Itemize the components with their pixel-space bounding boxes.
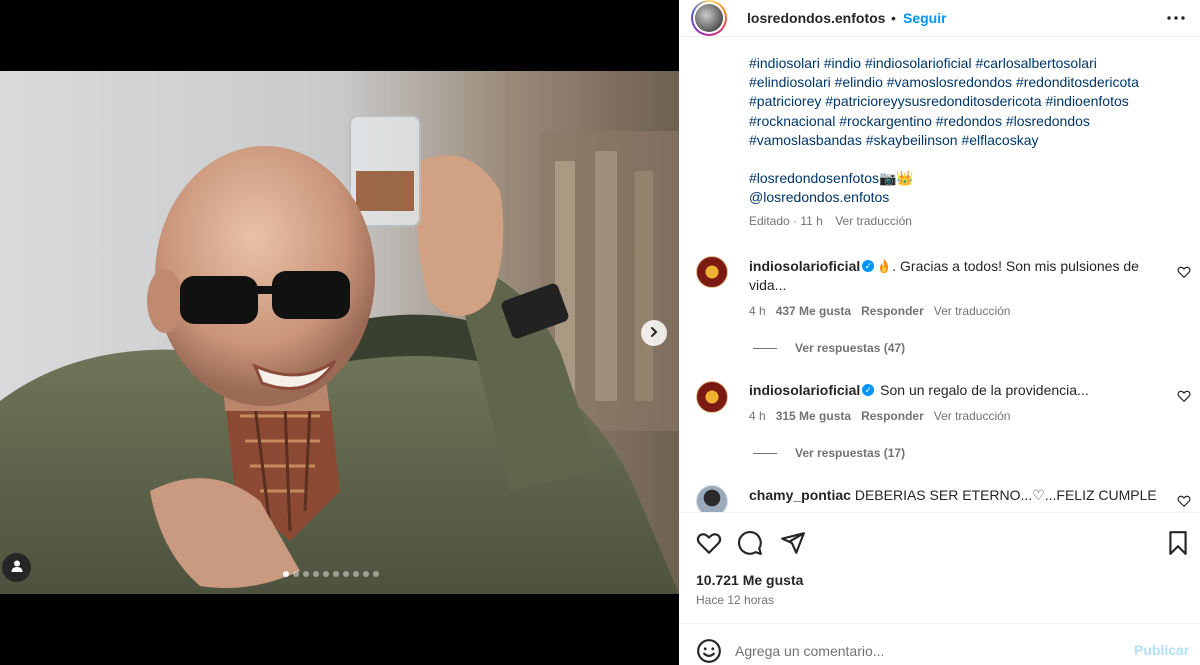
carousel-dot: [303, 571, 309, 577]
tag-line[interactable]: #losredondosenfotos📷👑: [749, 169, 1169, 188]
carousel-dot: [333, 571, 339, 577]
caption-translate-link[interactable]: Ver traducción: [835, 214, 912, 228]
comment-input[interactable]: [735, 640, 1115, 662]
next-slide-button[interactable]: [641, 320, 667, 346]
caption-time[interactable]: 11 h: [800, 214, 822, 228]
translate-link[interactable]: Ver traducción: [934, 304, 1011, 318]
comment-heart-icon[interactable]: [1177, 494, 1191, 508]
verified-badge-icon: ✓: [862, 260, 875, 273]
view-replies-button[interactable]: Ver respuestas (47): [753, 341, 905, 355]
post-actions: [679, 512, 1200, 572]
carousel-dot: [353, 571, 359, 577]
verified-badge-icon: ✓: [862, 384, 875, 397]
comment-likes[interactable]: 315 Me gusta: [776, 409, 851, 423]
tagged-users-button[interactable]: [2, 553, 31, 582]
comment-text: . Gracias a todos! Son mis pulsiones de: [892, 258, 1139, 274]
carousel-dot: [373, 571, 379, 577]
comments-list[interactable]: #indiosolari #indio #indiosolarioficial …: [679, 38, 1200, 512]
chevron-right-icon: [648, 325, 660, 341]
hashtag-line[interactable]: #elindiosolari #elindio #vamoslosredondo…: [749, 73, 1169, 92]
emoji-icon[interactable]: [696, 638, 722, 664]
post-caption: #indiosolari #indio #indiosolarioficial …: [749, 54, 1169, 207]
header-separator: •: [891, 10, 896, 26]
media-pane: [0, 0, 679, 665]
post-time[interactable]: Hace 12 horas: [696, 593, 774, 607]
comment-username[interactable]: chamy_pontiac: [749, 487, 851, 503]
carousel-dot: [293, 571, 299, 577]
comment-heart-icon[interactable]: [1177, 389, 1191, 403]
fire-emoji-icon: [880, 258, 889, 273]
carousel-dot: [313, 571, 319, 577]
author-username[interactable]: losredondos.enfotos: [747, 10, 885, 26]
comment-text: DEBERIAS SER ETERNO...♡...FELIZ CUMPLE: [854, 487, 1157, 503]
follow-button[interactable]: Seguir: [903, 10, 947, 26]
comment-time[interactable]: 4 h: [749, 409, 766, 423]
more-options-icon[interactable]: [1166, 8, 1186, 28]
post-header: losredondos.enfotos • Seguir: [679, 0, 1200, 37]
comment-body: chamy_pontiac DEBERIAS SER ETERNO...♡...…: [749, 486, 1169, 505]
reply-button[interactable]: Responder: [861, 304, 924, 318]
view-replies-button[interactable]: Ver respuestas (17): [753, 446, 905, 460]
commenter-avatar[interactable]: [696, 485, 728, 512]
hashtag-line[interactable]: #vamoslasbandas #skaybeilinson #elflacos…: [749, 131, 1169, 150]
comment-username[interactable]: indiosolarioficial: [749, 382, 860, 398]
carousel-dot: [283, 571, 289, 577]
share-icon[interactable]: [780, 530, 806, 556]
comment-body: indiosolarioficial ✓ . Gracias a todos! So…: [749, 257, 1169, 294]
comment-text: Son un regalo de la providencia...: [880, 382, 1089, 398]
likes-count[interactable]: 10.721 Me gusta: [696, 572, 803, 588]
post-photo: [0, 71, 679, 594]
add-comment-bar: Publicar: [679, 623, 1200, 665]
publish-button[interactable]: Publicar: [1134, 642, 1189, 658]
comment-meta: 4 h 437 Me gusta Responder Ver traducció…: [749, 304, 1020, 318]
reply-button[interactable]: Responder: [861, 409, 924, 423]
meta-dot: ·: [793, 214, 798, 228]
post-sidebar: losredondos.enfotos • Seguir #indiosolar…: [679, 0, 1200, 665]
user-icon: [10, 559, 24, 576]
translate-link[interactable]: Ver traducción: [934, 409, 1011, 423]
comment-heart-icon[interactable]: [1177, 265, 1191, 279]
commenter-avatar[interactable]: [696, 381, 728, 413]
carousel-dot: [323, 571, 329, 577]
mention-link[interactable]: @losredondos.enfotos: [749, 188, 1169, 207]
comment-text-cont: vida...: [749, 276, 787, 293]
hashtag-line[interactable]: #patriciorey #patricioreyysusredonditosd…: [749, 92, 1169, 111]
edited-label: Editado: [749, 214, 790, 228]
heart-icon[interactable]: [696, 530, 722, 556]
carousel-indicators: [283, 571, 379, 577]
hashtag-line[interactable]: #indiosolari #indio #indiosolarioficial …: [749, 54, 1169, 73]
view-replies-label: Ver respuestas (17): [795, 446, 906, 460]
carousel-dot: [343, 571, 349, 577]
commenter-avatar[interactable]: [696, 256, 728, 288]
author-avatar[interactable]: [691, 0, 727, 36]
comment-time[interactable]: 4 h: [749, 304, 766, 318]
comment-icon[interactable]: [737, 530, 763, 556]
caption-meta: Editado · 11 h Ver traducción: [749, 214, 912, 228]
comment-likes[interactable]: 437 Me gusta: [776, 304, 851, 318]
hashtag-line[interactable]: #rocknacional #rockargentino #redondos #…: [749, 112, 1169, 131]
comment-meta: 4 h 315 Me gusta Responder Ver traducció…: [749, 409, 1020, 423]
bookmark-icon[interactable]: [1165, 530, 1191, 556]
view-replies-label: Ver respuestas (47): [795, 341, 906, 355]
comment-body: indiosolarioficial ✓ Son un regalo de la …: [749, 381, 1169, 400]
comment-username[interactable]: indiosolarioficial: [749, 258, 860, 274]
carousel-dot: [363, 571, 369, 577]
